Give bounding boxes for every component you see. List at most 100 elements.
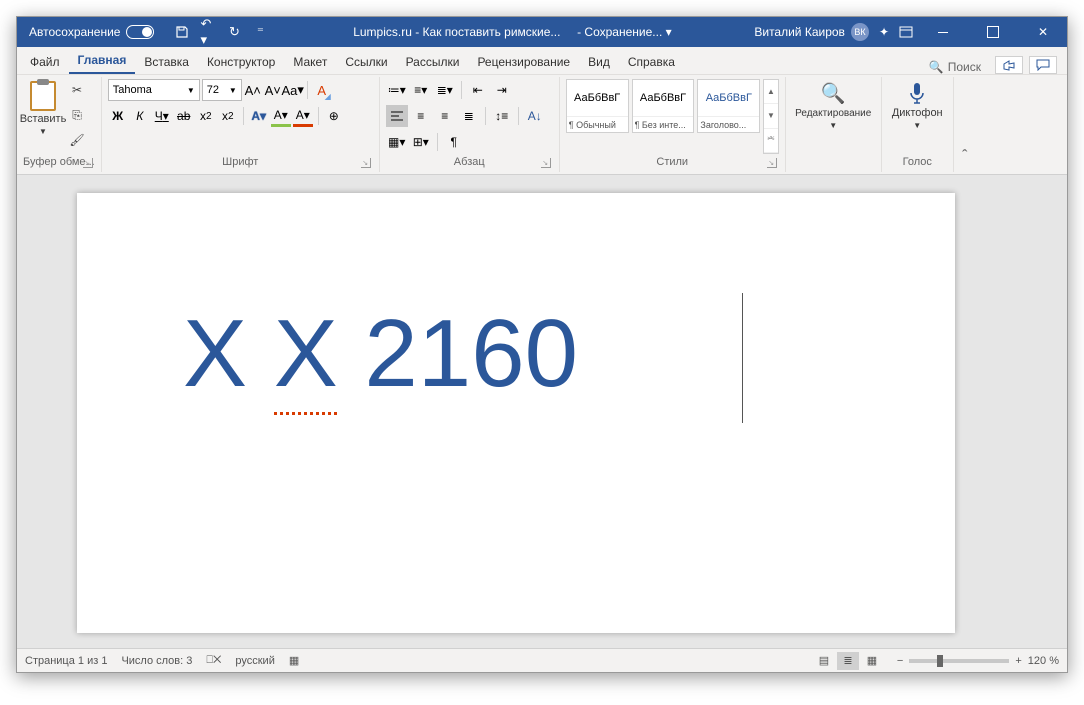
avatar: ВК — [851, 23, 869, 41]
autosave-switch[interactable] — [126, 25, 154, 39]
word-count[interactable]: Число слов: 3 — [121, 655, 192, 667]
save-icon[interactable] — [174, 24, 190, 40]
copy-button[interactable]: ⎘ — [66, 104, 88, 126]
macro-button[interactable]: ▦ — [289, 654, 299, 667]
borders-button[interactable]: ⊞▾ — [410, 131, 432, 153]
bold-button[interactable]: Ж — [108, 105, 128, 127]
highlight-button[interactable]: A▾ — [271, 105, 291, 127]
document-text[interactable]: X X 2160 — [183, 299, 885, 409]
page-indicator[interactable]: Страница 1 из 1 — [25, 655, 107, 667]
tab-help[interactable]: Справка — [619, 50, 684, 74]
tab-insert[interactable]: Вставка — [135, 50, 198, 74]
numbering-button[interactable]: ≡▾ — [410, 79, 432, 101]
subscript-button[interactable]: x2 — [196, 105, 216, 127]
dictate-button[interactable]: Диктофон ▼ — [897, 79, 937, 132]
user-name: Виталий Каиров — [754, 25, 845, 39]
shrink-font-button[interactable]: A˅ — [264, 79, 282, 101]
zoom-out-button[interactable]: − — [897, 655, 903, 667]
bullets-button[interactable]: ≔▾ — [386, 79, 408, 101]
superscript-button[interactable]: x2 — [218, 105, 238, 127]
read-mode-button[interactable]: ▤ — [813, 652, 835, 670]
group-styles: АаБбВвГ¶ Обычный АаБбВвГ¶ Без инте... Аа… — [560, 77, 786, 172]
redo-icon[interactable]: ↻ — [226, 24, 242, 40]
autosave-label: Автосохранение — [29, 25, 120, 39]
text-effects-button[interactable]: A▾ — [249, 105, 269, 127]
style-no-spacing[interactable]: АаБбВвГ¶ Без инте... — [632, 79, 695, 133]
maximize-button[interactable] — [973, 17, 1013, 47]
outdent-button[interactable]: ⇤ — [467, 79, 489, 101]
text-cursor — [742, 293, 743, 423]
font-color-button[interactable]: A▾ — [293, 105, 313, 127]
clipboard-icon — [30, 81, 56, 111]
styles-scroll[interactable]: ▲▼⎃ — [763, 79, 779, 154]
spellcheck-button[interactable]: ⎕✕ — [206, 654, 221, 667]
tab-file[interactable]: Файл — [21, 50, 69, 74]
collapse-ribbon-button[interactable]: ˆ — [954, 77, 976, 172]
undo-icon[interactable]: ↶ ▾ — [200, 24, 216, 40]
style-heading[interactable]: АаБбВвГЗаголово... — [697, 79, 760, 133]
text-word1: X — [183, 300, 247, 407]
styles-launcher[interactable]: ↘ — [767, 158, 777, 168]
status-bar: Страница 1 из 1 Число слов: 3 ⎕✕ русский… — [17, 648, 1067, 672]
font-launcher[interactable]: ↘ — [361, 158, 371, 168]
justify-button[interactable]: ≣ — [458, 105, 480, 127]
align-left-button[interactable] — [386, 105, 408, 127]
zoom-slider[interactable] — [909, 659, 1009, 663]
zoom-level[interactable]: 120 % — [1028, 655, 1059, 667]
underline-button[interactable]: Ч▾ — [152, 105, 172, 127]
italic-button[interactable]: К — [130, 105, 150, 127]
zoom-control[interactable]: − + 120 % — [897, 655, 1059, 667]
strike-button[interactable]: ab — [174, 105, 194, 127]
multilevel-button[interactable]: ≣▾ — [434, 79, 456, 101]
grow-font-button[interactable]: A˄ — [244, 79, 262, 101]
zoom-in-button[interactable]: + — [1015, 655, 1021, 667]
minimize-button[interactable] — [923, 17, 963, 47]
search-box[interactable]: 🔍 Поиск — [929, 60, 989, 74]
ribbon-mode-icon[interactable] — [899, 26, 913, 38]
cut-button[interactable]: ✂ — [66, 79, 88, 101]
line-spacing-button[interactable]: ↕≡ — [491, 105, 513, 127]
sort-button[interactable]: A↓ — [524, 105, 546, 127]
indent-button[interactable]: ⇥ — [491, 79, 513, 101]
ribbon-tabs: Файл Главная Вставка Конструктор Макет С… — [17, 47, 1067, 75]
para-launcher[interactable]: ↘ — [541, 158, 551, 168]
style-normal[interactable]: АаБбВвГ¶ Обычный — [566, 79, 629, 133]
document-area[interactable]: X X 2160 — [17, 175, 1067, 648]
tab-mailings[interactable]: Рассылки — [397, 50, 469, 74]
show-marks-button[interactable]: ¶ — [443, 131, 465, 153]
clear-format-button[interactable]: A◢ — [313, 79, 331, 101]
tab-layout[interactable]: Макет — [284, 50, 336, 74]
format-painter-button[interactable]: 🖌 — [66, 129, 88, 151]
font-size-input[interactable]: 72▼ — [202, 79, 242, 101]
coming-soon-icon[interactable]: ✦ — [879, 25, 889, 39]
tab-design[interactable]: Конструктор — [198, 50, 284, 74]
paste-button[interactable]: Вставить ▼ — [23, 79, 63, 138]
clipboard-launcher[interactable]: ↘ — [83, 158, 93, 168]
editing-button[interactable]: 🔍 Редактирование ▼ — [813, 79, 853, 132]
print-layout-button[interactable]: ≣ — [837, 652, 859, 670]
find-icon: 🔍 — [821, 81, 846, 106]
autosave-toggle[interactable]: Автосохранение — [23, 23, 160, 41]
page[interactable]: X X 2160 — [77, 193, 955, 633]
tab-view[interactable]: Вид — [579, 50, 619, 74]
language-button[interactable]: русский — [235, 655, 274, 667]
group-voice: Диктофон ▼ Голос — [882, 77, 954, 172]
tab-review[interactable]: Рецензирование — [468, 50, 579, 74]
align-right-button[interactable]: ≡ — [434, 105, 456, 127]
font-name-input[interactable]: Tahoma▼ — [108, 79, 200, 101]
shading-button[interactable]: ▦▾ — [386, 131, 408, 153]
qat-more-icon[interactable]: ⁼ — [252, 24, 268, 40]
change-case-button[interactable]: Aa▾ — [284, 79, 302, 101]
group-font: Tahoma▼ 72▼ A˄ A˅ Aa▾ A◢ Ж К Ч▾ ab x2 x2 — [102, 77, 380, 172]
mic-icon — [908, 81, 926, 105]
tab-references[interactable]: Ссылки — [336, 50, 396, 74]
enclose-button[interactable]: ⊕ — [324, 105, 344, 127]
user-account[interactable]: Виталий Каиров ВК — [754, 23, 869, 41]
tab-home[interactable]: Главная — [69, 48, 136, 74]
comments-button[interactable] — [1029, 56, 1057, 74]
share-button[interactable] — [995, 56, 1023, 74]
web-layout-button[interactable]: ▦ — [861, 652, 883, 670]
close-button[interactable] — [1023, 17, 1063, 47]
group-editing: 🔍 Редактирование ▼ — [786, 77, 882, 172]
align-center-button[interactable]: ≡ — [410, 105, 432, 127]
